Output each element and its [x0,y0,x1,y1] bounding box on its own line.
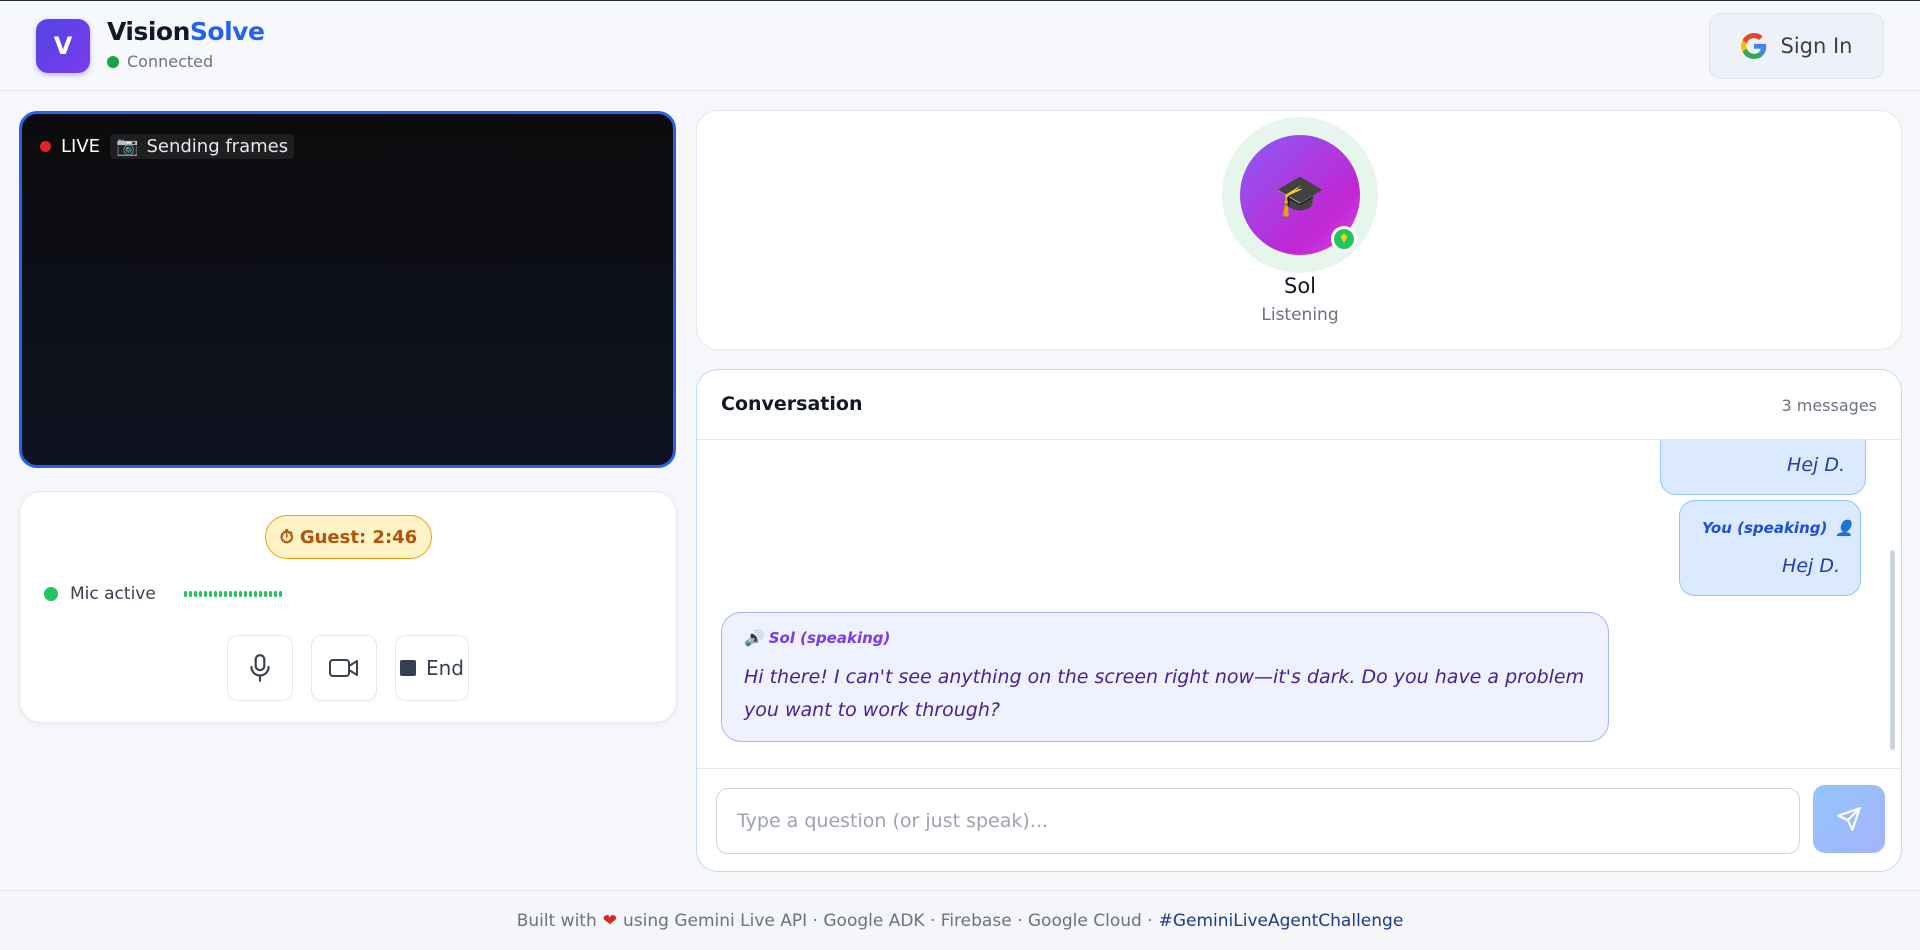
message-bubble-user: Hej D. [1660,440,1866,495]
footer: Built with ❤ using Gemini Live API · Goo… [0,890,1920,950]
agent-name: Sol [1283,274,1316,298]
app-title: VisionSolve [107,17,265,46]
microphone-button[interactable] [227,635,293,701]
session-controls: ⏱ Guest: 2:46 Mic active End [19,491,677,723]
footer-hashtag-link[interactable]: #GeminiLiveAgentChallenge [1159,911,1404,931]
footer-credits: using Gemini Live API · Google ADK · Fir… [623,910,1153,931]
frames-status: 📷 Sending frames [110,134,295,159]
message-count: 3 messages [1781,396,1877,415]
connection-status: Connected [107,52,213,71]
video-camera-icon [329,659,358,677]
message-bubble-user: You (speaking) 👤 Hej D. [1679,500,1861,596]
message-text: Hej D. [1782,555,1840,577]
live-label: LIVE [61,136,101,157]
camera-preview: LIVE 📷 Sending frames [19,111,676,468]
end-session-button[interactable]: End [395,635,469,701]
end-label: End [425,656,464,680]
timer-label: Guest: 2:46 [299,526,418,548]
composer [697,768,1901,871]
conversation-panel: Conversation 3 messages Hej D. You (spea… [696,369,1902,872]
logo-letter: V [53,32,73,60]
agent-card: 🎓 Sol Listening [696,110,1902,350]
mic-status: Mic active [44,584,282,604]
message-speaker: 🔊 Sol (speaking) [744,629,891,647]
recording-dot-icon [40,141,51,152]
listening-badge-icon [1331,226,1357,252]
mic-status-label: Mic active [70,584,156,604]
speaker-icon: 🔊 [744,629,763,647]
camera-icon: 📷 [116,136,139,157]
question-input[interactable] [716,788,1800,854]
message-text: Hi there! I can't see anything on the sc… [744,666,1585,721]
message-scrollbar[interactable] [1890,550,1895,750]
conversation-header: Conversation 3 messages [697,370,1901,440]
graduation-cap-icon: 🎓 [1275,172,1325,219]
guest-timer-badge: ⏱ Guest: 2:46 [265,515,432,559]
sign-in-button[interactable]: Sign In [1709,13,1884,79]
conversation-title: Conversation [721,393,863,415]
google-icon [1740,33,1766,59]
send-icon [1837,807,1861,831]
top-bar: V VisionSolve Connected Sign In [0,0,1920,91]
message-speaker: You (speaking) 👤 [1702,519,1855,537]
stop-icon [399,660,416,676]
message-list[interactable]: Hej D. You (speaking) 👤 Hej D. 🔊 Sol (spea… [697,440,1901,750]
message-text: Hej D. [1787,454,1845,476]
app-logo: V [36,19,90,73]
connection-label: Connected [127,52,214,71]
heart-icon: ❤ [602,910,617,931]
agent-status: Listening [1261,305,1339,325]
mic-level-meter [183,591,282,597]
camera-button[interactable] [311,635,377,701]
message-bubble-assistant: 🔊 Sol (speaking) Hi there! I can't see an… [721,612,1609,742]
frames-label: Sending frames [146,136,289,157]
live-indicator: LIVE 📷 Sending frames [40,134,295,159]
mic-active-dot-icon [44,587,58,601]
footer-prefix: Built with [516,910,597,931]
sign-in-label: Sign In [1780,34,1853,58]
timer-icon: ⏱ [279,526,294,548]
send-button[interactable] [1813,785,1885,853]
speaking-person-icon: 👤 [1835,519,1855,537]
microphone-icon [250,654,270,682]
status-dot-icon [107,55,119,68]
